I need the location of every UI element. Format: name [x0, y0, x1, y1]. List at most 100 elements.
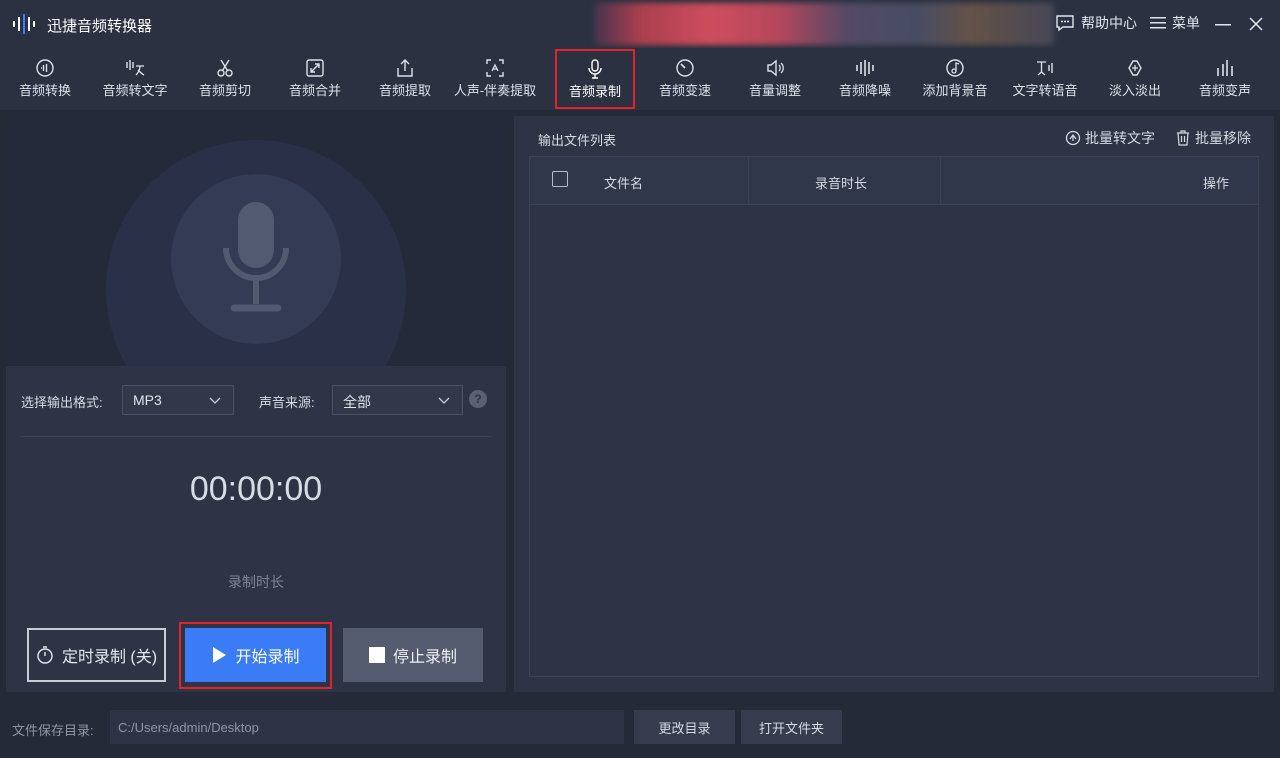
tab-label: 音频剪切: [198, 83, 251, 98]
record-timer: 00:00:00: [189, 470, 323, 508]
format-select[interactable]: MP3: [122, 385, 234, 415]
tab-label: 音频转换: [18, 83, 71, 98]
volume-icon: [767, 59, 784, 77]
tab-label: 音频提取: [378, 83, 431, 98]
open-folder-button[interactable]: 打开文件夹: [741, 710, 842, 744]
column-header-actions: 操作: [1203, 176, 1230, 191]
tab-audio-merge[interactable]: 音频合并: [270, 48, 360, 110]
tab-fade[interactable]: 淡入淡出: [1090, 48, 1180, 110]
save-dir-input[interactable]: [110, 710, 624, 744]
menu-button[interactable]: 菜单: [1150, 13, 1200, 33]
batch-remove-button[interactable]: 批量移除: [1175, 128, 1251, 148]
output-panel: 输出文件列表 批量转文字 批量移除 文件名 录音时长 操作: [514, 116, 1274, 692]
tab-label: 音量调整: [748, 83, 801, 98]
text-to-speech-icon: [1037, 61, 1053, 76]
source-select[interactable]: 全部: [332, 385, 463, 415]
speed-icon: [676, 59, 694, 77]
batch-to-text-label: 批量转文字: [1085, 130, 1155, 146]
refresh-text-icon: [1065, 130, 1081, 146]
column-divider: [748, 157, 749, 205]
batch-remove-label: 批量移除: [1195, 130, 1251, 146]
vocal-extract-icon: [486, 59, 504, 77]
tab-audio-cut[interactable]: 音频剪切: [180, 48, 270, 110]
format-row: 选择输出格式: MP3 声音来源: 全部 ?: [6, 384, 506, 416]
batch-to-text-button[interactable]: 批量转文字: [1065, 128, 1155, 148]
format-label: 选择输出格式:: [21, 395, 103, 410]
tab-label: 文字转语音: [1012, 83, 1078, 98]
stopwatch-icon: [37, 646, 53, 664]
app-title: 迅捷音频转换器: [47, 18, 153, 35]
scissors-icon: [217, 59, 233, 77]
tab-label: 淡入淡出: [1108, 83, 1161, 98]
chevron-down-icon: [438, 397, 450, 404]
format-value: MP3: [133, 392, 162, 408]
recorder-panel: 选择输出格式: MP3 声音来源: 全部 ? 00:00:00 录制时长 定时录…: [6, 116, 506, 692]
tab-label: 音频转文字: [102, 83, 168, 98]
timed-record-button[interactable]: 定时录制 (关): [27, 628, 166, 682]
tab-label: 添加背景音: [922, 83, 988, 98]
column-header-filename: 文件名: [604, 176, 644, 191]
tab-label: 音频降噪: [838, 83, 891, 98]
table-header: 文件名 录音时长 操作: [530, 157, 1258, 205]
trash-icon: [1177, 130, 1189, 146]
tab-volume-adjust[interactable]: 音量调整: [730, 48, 820, 110]
tab-audio-speed[interactable]: 音频变速: [640, 48, 730, 110]
start-record-button[interactable]: 开始录制: [185, 628, 326, 682]
help-icon[interactable]: ?: [469, 390, 487, 408]
promo-banner[interactable]: [594, 3, 1054, 45]
extract-icon: [397, 59, 413, 77]
save-dir-label: 文件保存目录:: [12, 723, 94, 738]
merge-icon: [306, 59, 324, 77]
tab-vocal-extract[interactable]: 人声-伴奏提取: [450, 48, 540, 110]
tab-speech-to-text[interactable]: 音频转文字: [90, 48, 180, 110]
play-icon: [213, 647, 227, 663]
close-icon[interactable]: [1246, 14, 1266, 34]
output-table: 文件名 录音时长 操作: [529, 156, 1259, 677]
chevron-down-icon: [209, 397, 221, 404]
tab-audio-extract[interactable]: 音频提取: [360, 48, 450, 110]
divider: [20, 436, 492, 437]
tab-label: 人声-伴奏提取: [453, 83, 537, 98]
mic-visual: [6, 116, 506, 366]
minimize-icon[interactable]: [1213, 14, 1233, 34]
voice-change-icon: [1217, 60, 1233, 76]
chat-icon: [1056, 15, 1074, 32]
hamburger-icon: [1150, 17, 1166, 29]
title-bar: 迅捷音频转换器 帮助中心 菜单: [0, 0, 1280, 48]
audio-convert-icon: [36, 59, 54, 77]
stop-icon: [368, 647, 385, 663]
tab-denoise[interactable]: 音频降噪: [820, 48, 910, 110]
music-note-icon: [946, 59, 964, 77]
column-header-duration: 录音时长: [815, 176, 868, 191]
tab-label: 音频变速: [658, 83, 711, 98]
menu-label: 菜单: [1172, 15, 1200, 31]
source-value: 全部: [343, 394, 371, 410]
tab-add-background[interactable]: 添加背景音: [910, 48, 1000, 110]
app-logo-icon: [13, 14, 35, 34]
column-divider: [940, 157, 941, 205]
stop-record-button[interactable]: 停止录制: [343, 628, 483, 682]
tab-label: 音频合并: [288, 83, 341, 98]
change-dir-button[interactable]: 更改目录: [634, 710, 735, 744]
tab-voice-change[interactable]: 音频变声: [1180, 48, 1270, 110]
stop-record-label: 停止录制: [392, 649, 457, 666]
start-record-label: 开始录制: [235, 649, 300, 666]
denoise-icon: [856, 60, 874, 76]
help-center-label: 帮助中心: [1081, 15, 1137, 31]
microphone-icon: [588, 59, 602, 79]
tab-text-to-speech[interactable]: 文字转语音: [1000, 48, 1090, 110]
source-label: 声音来源:: [259, 395, 315, 410]
tab-label: 音频变声: [1198, 83, 1251, 98]
timed-record-label: 定时录制 (关): [61, 649, 158, 666]
tab-audio-record[interactable]: 音频录制: [555, 49, 635, 109]
speech-to-text-icon: [126, 60, 145, 76]
select-all-checkbox[interactable]: [552, 171, 568, 187]
timer-caption: 录制时长: [228, 574, 284, 590]
help-center-button[interactable]: 帮助中心: [1055, 13, 1137, 33]
feature-toolbar: 音频转换 音频转文字 音频剪切 音频合并 音频提取 人声-伴奏提取 音频录制 音…: [0, 48, 1280, 110]
tab-audio-convert[interactable]: 音频转换: [0, 48, 90, 110]
fade-icon: [1128, 60, 1142, 76]
microphone-icon: [223, 202, 289, 312]
output-title: 输出文件列表: [538, 133, 617, 148]
tab-label: 音频录制: [568, 84, 621, 99]
